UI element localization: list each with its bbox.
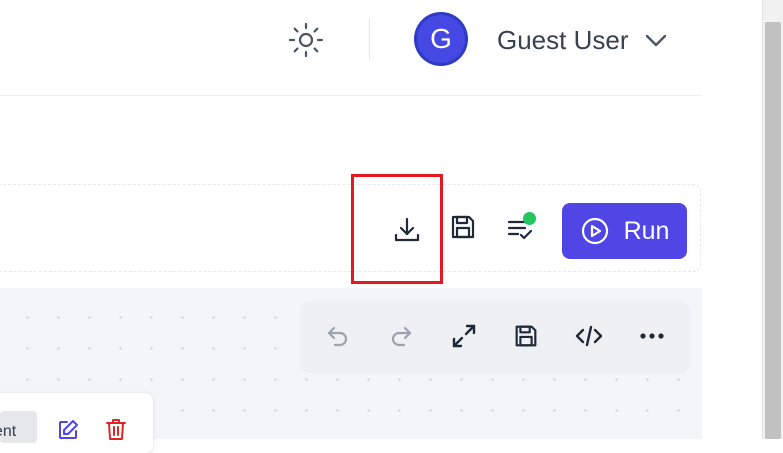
node-type-label: ent xyxy=(0,423,17,440)
status-dot xyxy=(523,212,536,225)
user-name[interactable]: Guest User xyxy=(497,25,629,56)
edit-icon xyxy=(59,420,78,439)
node-edit-button[interactable] xyxy=(56,418,80,442)
user-menu-toggle[interactable] xyxy=(643,27,669,53)
canvas-save-button[interactable] xyxy=(506,316,546,356)
play-circle-icon xyxy=(581,217,608,245)
highlight-box xyxy=(351,174,443,284)
redo-icon xyxy=(391,326,412,347)
code-view-button[interactable] xyxy=(569,316,609,356)
run-label: Run xyxy=(623,216,670,245)
scrollbar-thumb[interactable] xyxy=(765,22,781,439)
more-icon xyxy=(640,333,664,339)
fullscreen-button[interactable] xyxy=(444,316,484,356)
chevron-down-icon xyxy=(645,34,667,47)
canvas-toolbar xyxy=(301,301,689,371)
avatar[interactable]: G xyxy=(414,12,468,66)
trash-icon xyxy=(106,419,126,440)
undo-icon xyxy=(327,326,348,347)
more-options-button[interactable] xyxy=(632,316,672,356)
undo-button[interactable] xyxy=(318,316,358,356)
code-icon xyxy=(575,325,603,347)
expand-icon xyxy=(452,324,476,348)
header-divider xyxy=(369,18,370,60)
node-type-pill: ent xyxy=(0,411,37,443)
save-icon xyxy=(515,325,537,347)
theme-toggle-button[interactable] xyxy=(288,22,324,58)
save-button[interactable] xyxy=(443,207,483,247)
run-button[interactable]: Run xyxy=(562,203,687,259)
node-delete-button[interactable] xyxy=(104,417,128,441)
redo-button[interactable] xyxy=(381,316,421,356)
save-icon xyxy=(451,215,475,239)
sun-icon xyxy=(288,22,324,58)
avatar-initial: G xyxy=(417,15,465,63)
